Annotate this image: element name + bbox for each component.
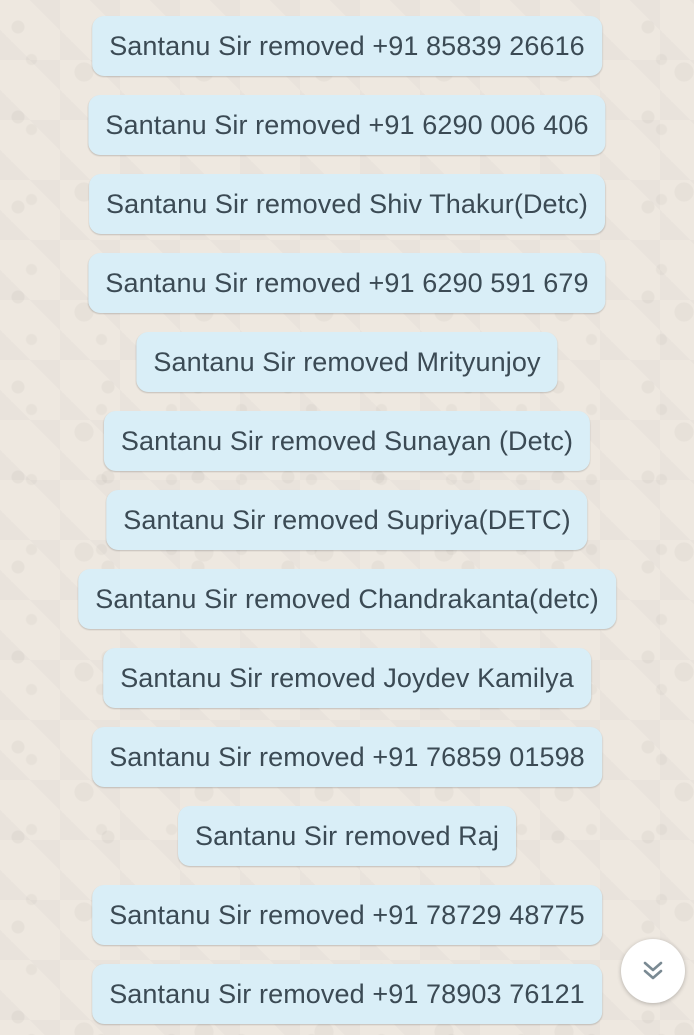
system-message: Santanu Sir removed Joydev Kamilya <box>103 648 591 708</box>
system-message: Santanu Sir removed +91 6290 006 406 <box>88 95 606 155</box>
system-message: Santanu Sir removed +91 76859 01598 <box>92 727 602 787</box>
system-message: Santanu Sir removed +91 6290 591 679 <box>88 253 606 313</box>
system-message: Santanu Sir removed Shiv Thakur(Detc) <box>89 174 605 234</box>
system-message: Santanu Sir removed Chandrakanta(detc) <box>78 569 616 629</box>
chat-message-list[interactable]: Santanu Sir removed +91 85839 26616 Sant… <box>0 0 694 1035</box>
system-message: Santanu Sir removed Raj <box>178 806 516 866</box>
system-message: Santanu Sir removed Sunayan (Detc) <box>103 411 591 471</box>
system-message: Santanu Sir removed +91 78729 48775 <box>92 885 602 945</box>
system-message: Santanu Sir removed +91 85839 26616 <box>92 16 602 76</box>
system-message: Santanu Sir removed Mrityunjoy <box>136 332 558 392</box>
double-chevron-down-icon <box>643 961 663 980</box>
system-message: Santanu Sir removed +91 78903 76121 <box>92 964 602 1024</box>
system-message: Santanu Sir removed Supriya(DETC) <box>106 490 588 550</box>
scroll-to-bottom-button[interactable] <box>621 939 685 1003</box>
